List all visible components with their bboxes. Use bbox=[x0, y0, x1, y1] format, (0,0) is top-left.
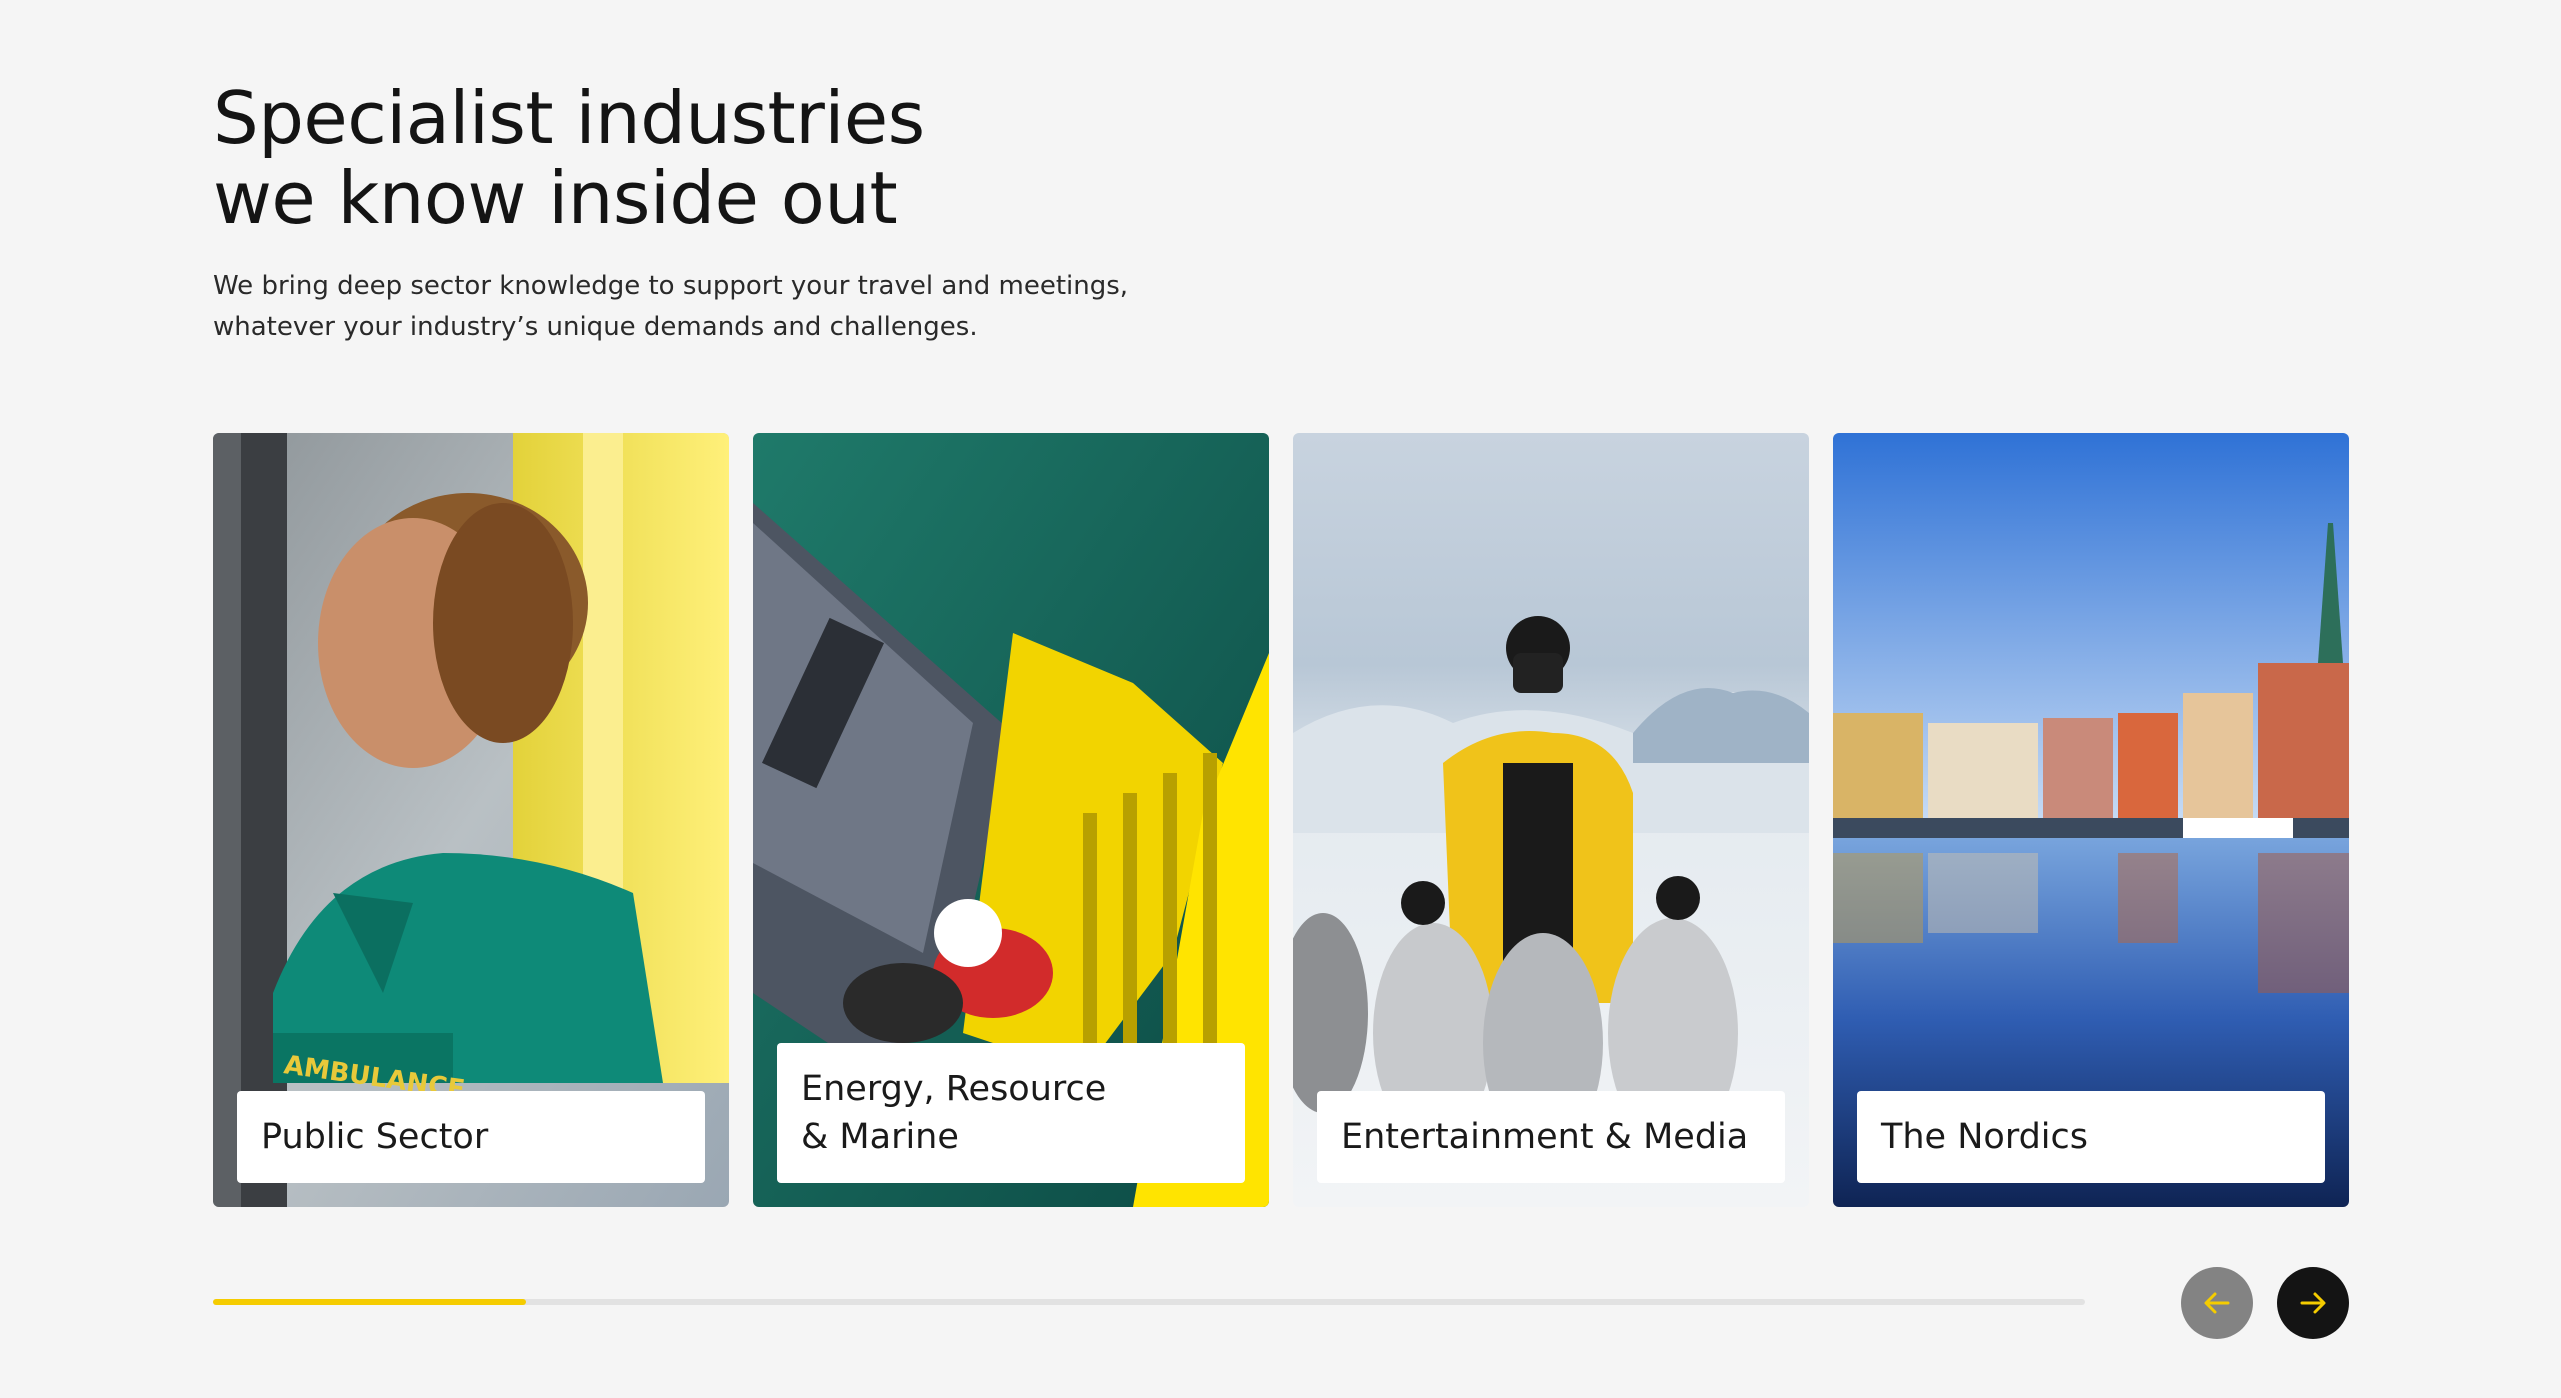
carousel-progress-fill bbox=[213, 1299, 526, 1305]
intro-line-1: We bring deep sector knowledge to suppor… bbox=[213, 271, 1129, 301]
arrow-right-icon bbox=[2300, 1292, 2326, 1314]
heading-line-2: we know inside out bbox=[213, 156, 898, 240]
card-label: Public Sector bbox=[237, 1091, 705, 1183]
section-heading: Specialist industries we know inside out bbox=[213, 78, 925, 238]
industry-card-public-sector[interactable]: AMBULANCE Public Sector bbox=[213, 433, 729, 1207]
heading-line-1: Specialist industries bbox=[213, 76, 925, 160]
industry-card-energy-resource-marine[interactable]: Energy, Resource & Marine bbox=[753, 433, 1269, 1207]
card-label: Energy, Resource & Marine bbox=[777, 1043, 1245, 1183]
intro-line-2: whatever your industry’s unique demands … bbox=[213, 312, 978, 342]
industry-card-the-nordics[interactable]: The Nordics bbox=[1833, 433, 2349, 1207]
card-label: The Nordics bbox=[1857, 1091, 2325, 1183]
arrow-left-icon bbox=[2204, 1292, 2230, 1314]
carousel-next-button[interactable] bbox=[2277, 1267, 2349, 1339]
industry-carousel: AMBULANCE Public Sector Energy, Resource… bbox=[213, 433, 2349, 1207]
carousel-prev-button[interactable] bbox=[2181, 1267, 2253, 1339]
industry-card-entertainment-media[interactable]: Entertainment & Media bbox=[1293, 433, 1809, 1207]
section-intro: We bring deep sector knowledge to suppor… bbox=[213, 266, 1213, 348]
card-label: Entertainment & Media bbox=[1317, 1091, 1785, 1183]
carousel-progress-track bbox=[213, 1299, 2085, 1305]
